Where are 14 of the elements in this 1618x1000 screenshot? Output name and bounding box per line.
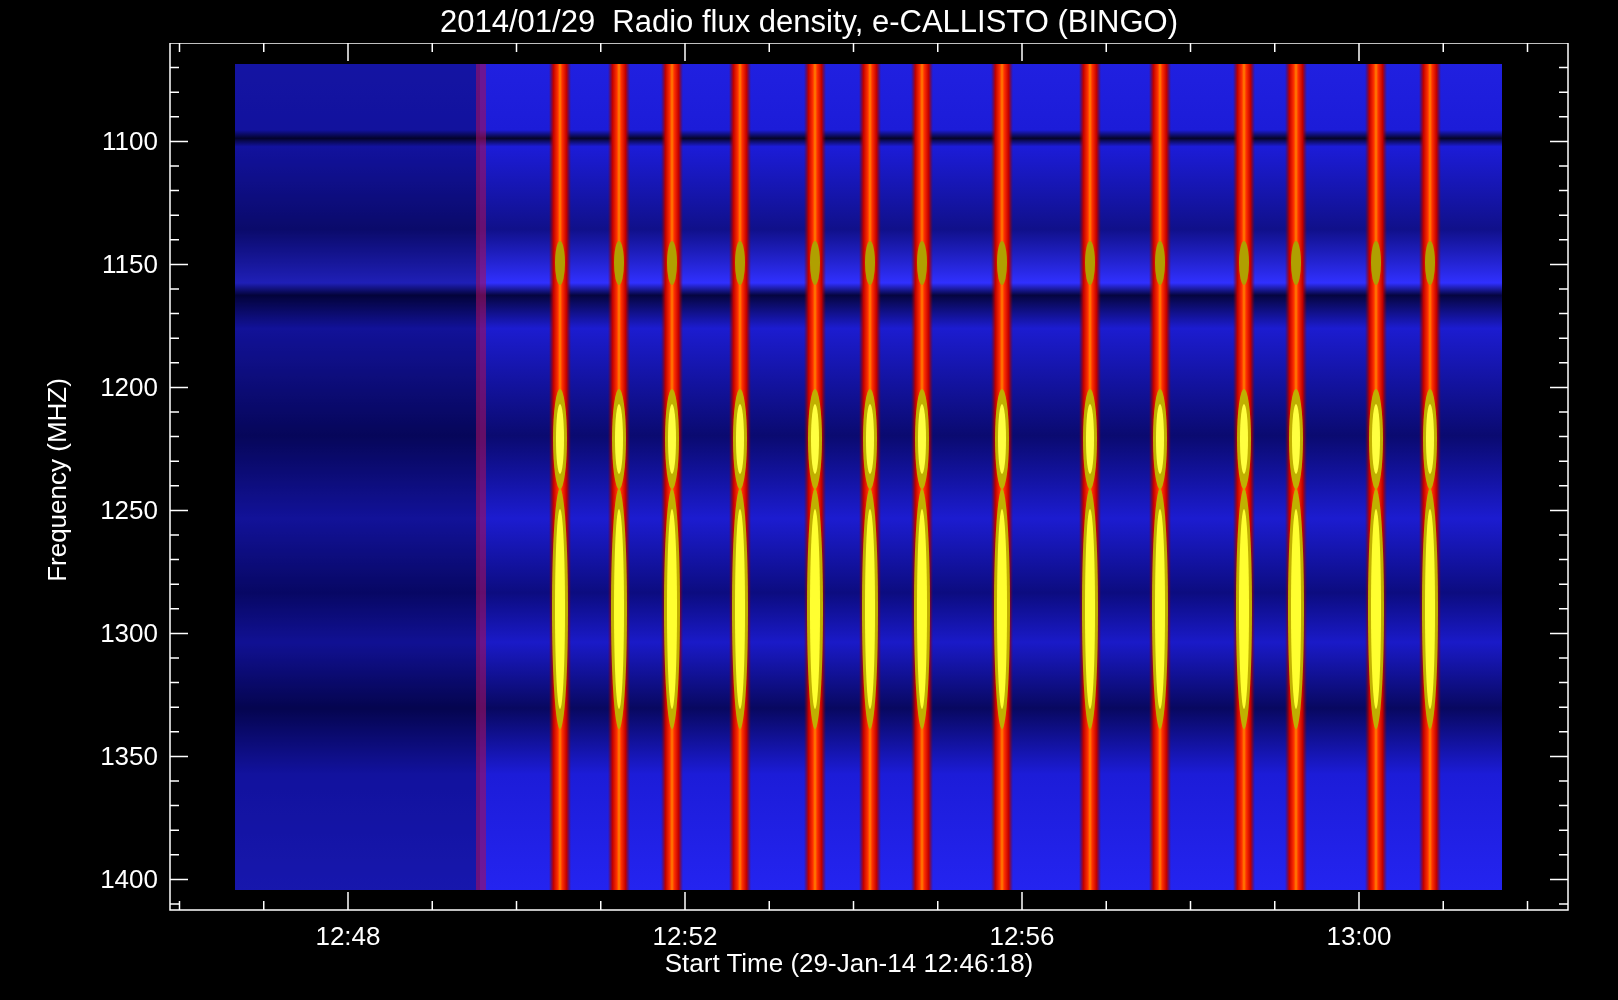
y-tick-label: 1100 — [102, 126, 158, 157]
y-tick-label: 1300 — [100, 618, 158, 649]
x-tick-label: 12:52 — [652, 921, 718, 950]
x-tick-label: 12:56 — [989, 921, 1055, 950]
y-tick-label: 1150 — [102, 249, 158, 280]
x-axis-label: Start Time (29-Jan-14 12:46:18) — [664, 950, 1034, 980]
y-axis-label: Frequency (MHZ) — [42, 378, 72, 582]
chart-title: 2014/01/29 Radio flux density, e-CALLISTO (BINGO) — [439, 6, 1178, 37]
y-tick-label: 1200 — [100, 372, 158, 403]
y-tick-label: 1350 — [100, 741, 158, 772]
x-tick-label: 12:48 — [315, 921, 381, 950]
y-tick-label: 1250 — [100, 495, 158, 526]
y-tick-label: 1400 — [100, 864, 158, 895]
x-tick-label: 13:00 — [1326, 921, 1392, 950]
